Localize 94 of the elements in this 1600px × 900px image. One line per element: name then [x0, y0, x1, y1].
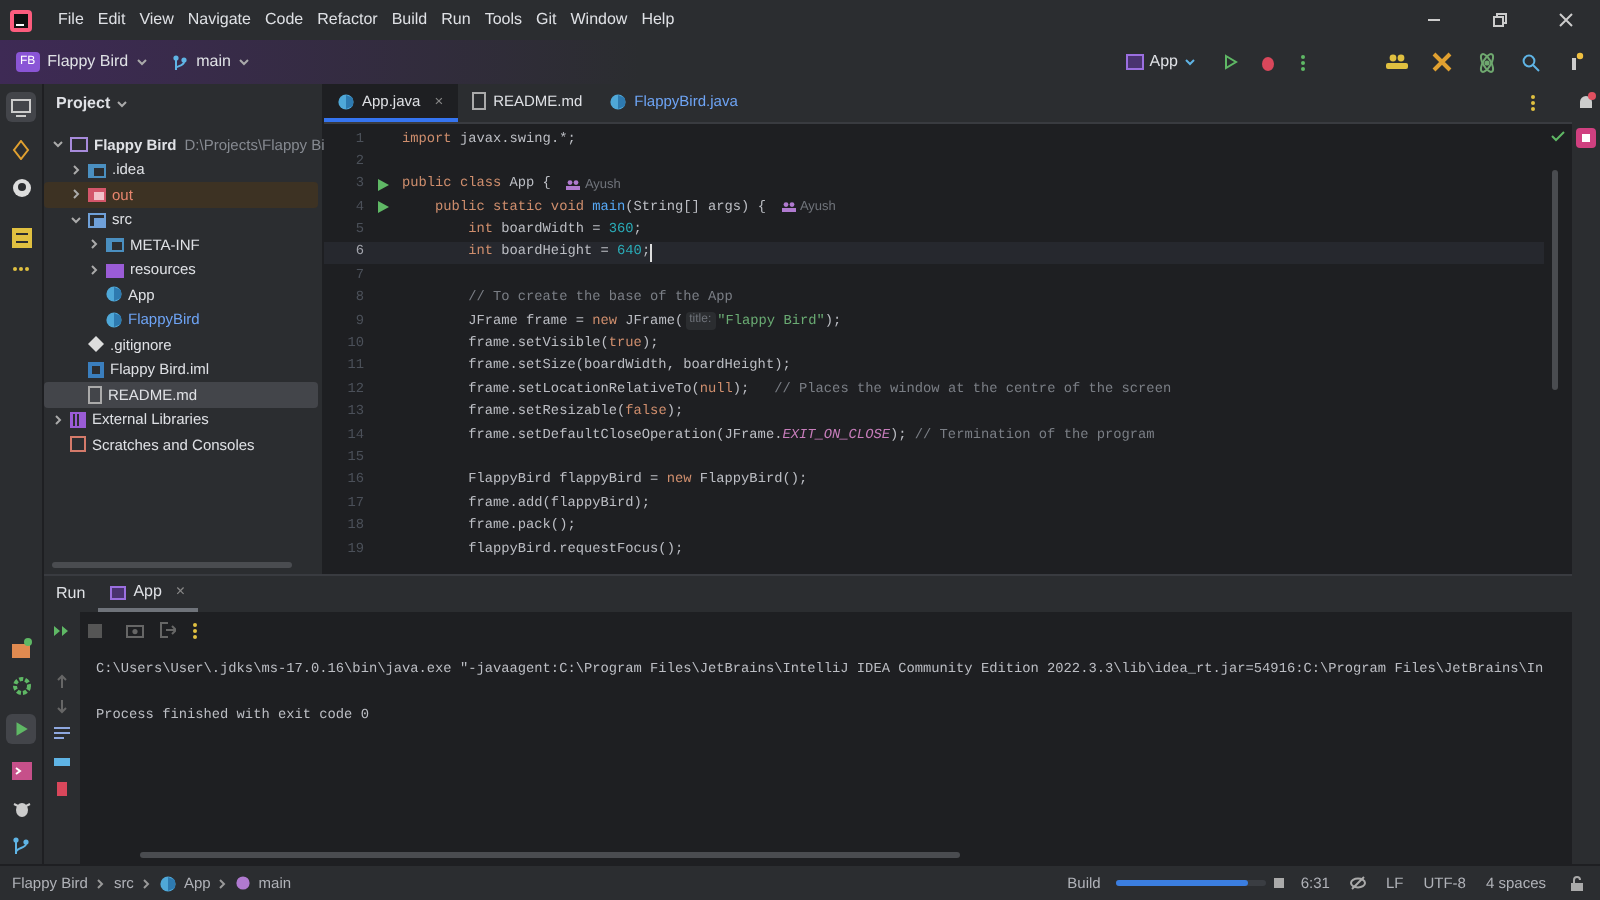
exit-icon[interactable]	[160, 622, 176, 638]
diamond-icon	[88, 336, 104, 353]
class-icon	[106, 286, 122, 303]
more-vertical-icon[interactable]	[1300, 53, 1306, 71]
chevron-right-icon	[141, 877, 152, 889]
class-icon	[106, 311, 122, 328]
text-cursor	[650, 244, 653, 263]
soft-wrap-icon[interactable]	[54, 726, 70, 740]
run-config-selector[interactable]: App	[1125, 50, 1196, 74]
search-icon[interactable]	[1522, 53, 1540, 71]
menu-item[interactable]: Refactor	[317, 8, 378, 32]
gear-icon[interactable]	[11, 676, 31, 696]
chevron-down-icon[interactable]	[70, 213, 82, 226]
menu-item[interactable]: Git	[536, 8, 557, 32]
chevron-right-icon[interactable]	[88, 238, 100, 251]
run-icon[interactable]	[1224, 54, 1238, 70]
panel-title: Project	[56, 92, 111, 116]
branch-selector[interactable]: main	[172, 50, 251, 74]
run-gutter-icon[interactable]	[375, 177, 389, 192]
library-icon	[70, 411, 86, 428]
run-tool-icon[interactable]	[6, 714, 36, 744]
document-icon	[88, 385, 102, 404]
app-logo-icon[interactable]	[10, 9, 32, 31]
chevron-right-icon[interactable]	[88, 263, 100, 276]
build-tools-icon[interactable]	[1432, 52, 1452, 72]
branch-name: main	[196, 50, 231, 74]
chevron-right-icon[interactable]	[70, 188, 82, 201]
project-name: Flappy Bird	[47, 50, 129, 74]
app-window-icon	[109, 585, 126, 599]
menu-item[interactable]: Help	[641, 8, 675, 32]
terminal-icon[interactable]	[11, 762, 31, 780]
menu-item[interactable]: Build	[391, 8, 428, 32]
chevron-down-icon[interactable]	[116, 98, 129, 110]
bug-icon[interactable]	[11, 798, 31, 818]
project-view-icon[interactable]	[6, 92, 36, 122]
chevron-right-icon[interactable]	[52, 413, 64, 426]
branch-icon	[172, 53, 189, 71]
more-vertical-icon[interactable]	[1530, 94, 1536, 112]
ai-assistant-icon[interactable]	[1576, 128, 1596, 148]
class-icon	[159, 875, 176, 891]
menu-item[interactable]: Code	[264, 8, 304, 32]
chevron-right-icon	[95, 877, 106, 889]
people-icon	[566, 179, 581, 190]
menu-item[interactable]: Edit	[97, 8, 126, 32]
menu-item[interactable]: File	[58, 8, 84, 32]
trash-icon[interactable]	[56, 780, 68, 796]
arrow-down-icon[interactable]	[56, 700, 68, 714]
chevron-right-icon[interactable]	[70, 163, 82, 176]
panel-title: Run	[54, 582, 88, 606]
print-icon[interactable]	[54, 752, 70, 768]
horizontal-scrollbar[interactable]	[140, 852, 960, 858]
class-icon	[610, 93, 627, 109]
stop-icon[interactable]	[1274, 878, 1285, 888]
lock-icon[interactable]	[1570, 875, 1584, 891]
class-icon	[338, 93, 354, 109]
close-tab-button[interactable]: ×	[175, 580, 186, 604]
services-icon[interactable]	[11, 638, 31, 658]
scratch-icon	[70, 436, 86, 453]
debug-icon[interactable]	[1260, 53, 1276, 71]
camera-icon[interactable]	[126, 623, 144, 637]
menu-item[interactable]: Run	[441, 8, 471, 32]
more-vertical-icon[interactable]	[192, 621, 198, 639]
chevron-down-icon	[1184, 56, 1196, 68]
chevron-right-icon	[218, 877, 229, 889]
chevron-down-icon	[136, 56, 149, 68]
menu-item[interactable]: Window	[570, 8, 628, 32]
structure-icon[interactable]	[11, 228, 31, 248]
eye-crossed-icon[interactable]	[1349, 876, 1366, 890]
horizontal-scrollbar[interactable]	[52, 562, 292, 568]
chevron-down-icon	[238, 56, 251, 68]
arrow-up-icon[interactable]	[56, 674, 68, 688]
menu-item[interactable]: Tools	[484, 8, 522, 32]
check-icon	[1550, 130, 1566, 142]
atom-icon[interactable]	[1476, 51, 1498, 73]
app-window-icon	[1125, 54, 1144, 70]
menu-item[interactable]: Navigate	[187, 8, 251, 32]
people-icon	[781, 202, 796, 213]
close-icon[interactable]	[1558, 12, 1574, 28]
run-gutter-icon[interactable]	[375, 200, 389, 215]
module-file-icon	[88, 361, 104, 378]
notification-bell-icon[interactable]	[1576, 92, 1596, 112]
more-horizontal-icon[interactable]	[12, 266, 30, 272]
commit-icon[interactable]	[12, 140, 30, 160]
restore-icon[interactable]	[1492, 12, 1508, 28]
vertical-scrollbar[interactable]	[1551, 170, 1557, 390]
method-icon	[236, 876, 251, 890]
github-icon[interactable]	[11, 178, 31, 198]
git-branch-icon[interactable]	[12, 836, 30, 856]
chevron-down-icon[interactable]	[52, 138, 64, 151]
people-icon[interactable]	[1386, 54, 1408, 70]
run-tab[interactable]: App ×	[97, 576, 198, 612]
document-icon	[471, 92, 486, 110]
menu-item[interactable]: View	[139, 8, 174, 32]
rerun-icon[interactable]	[54, 624, 70, 638]
